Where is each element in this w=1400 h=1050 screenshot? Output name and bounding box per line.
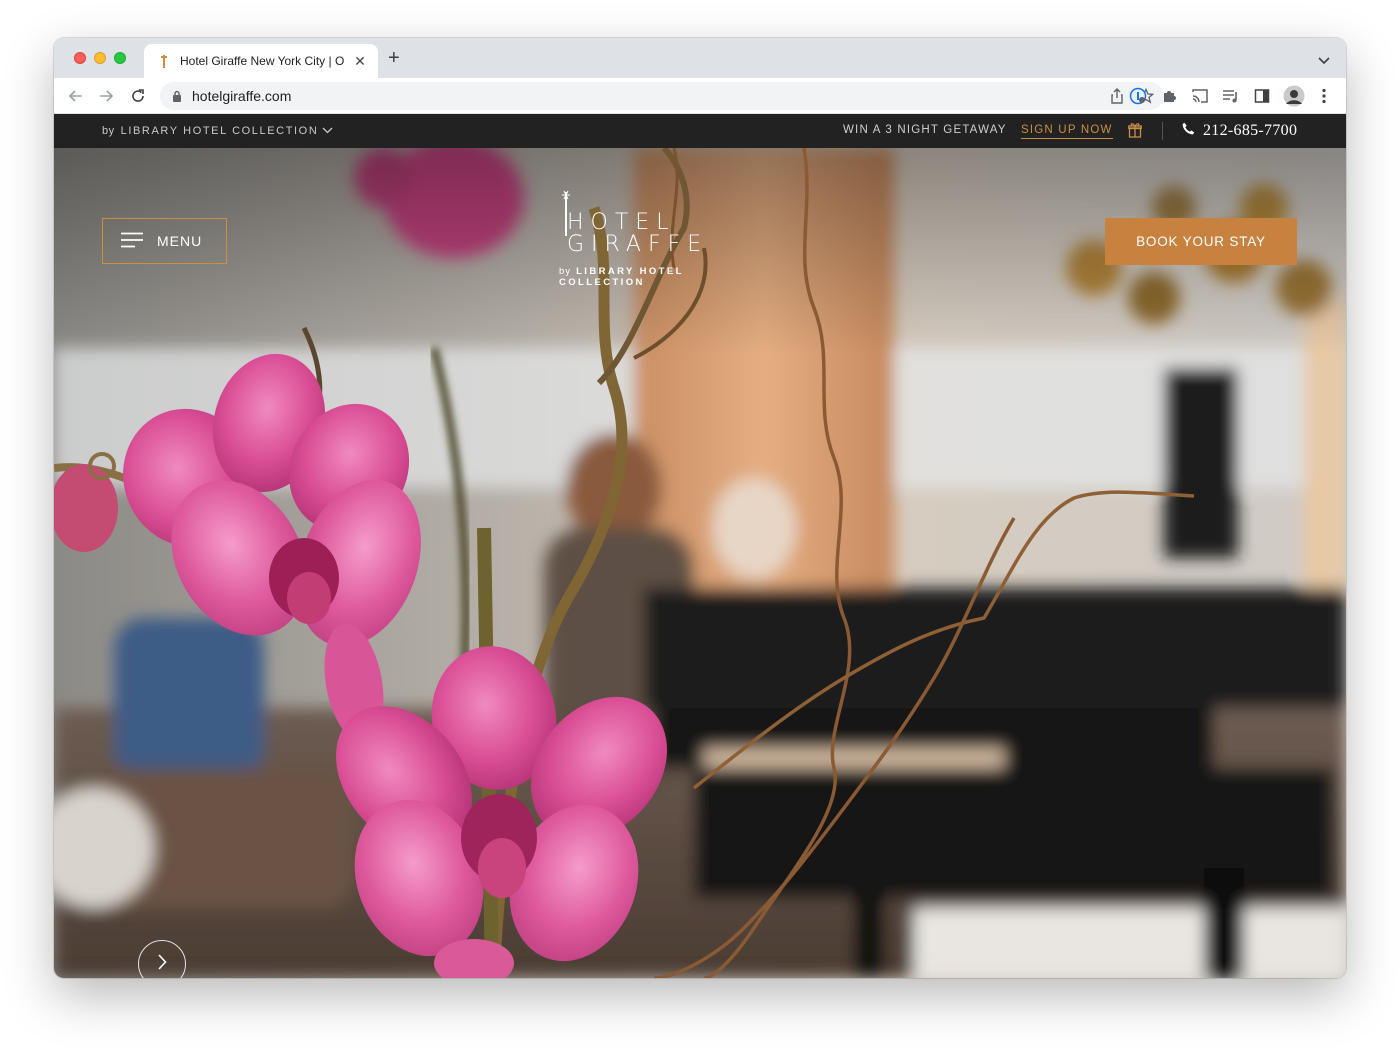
side-panel-icon[interactable] [1253, 87, 1271, 105]
browser-menu-kebab-icon[interactable] [1315, 87, 1333, 105]
utility-bar: by LIBRARY HOTEL COLLECTION WIN A 3 NIGH… [54, 114, 1346, 148]
cast-icon[interactable] [1191, 87, 1209, 105]
gift-icon [1128, 122, 1142, 141]
logo-sub-text: LIBRARY HOTEL COLLECTION [559, 266, 684, 288]
browser-window: Hotel Giraffe New York City | O ✕ + hote… [54, 38, 1346, 978]
tab-search-chevron-icon[interactable] [1318, 52, 1330, 70]
collection-label: LIBRARY HOTEL COLLECTION [120, 125, 319, 137]
logo-sub-prefix: by [559, 266, 572, 277]
hero-section: MENU HOTEL GIRAFFE by LIBRARY HOTEL COLL… [54, 148, 1346, 978]
browser-tab[interactable]: Hotel Giraffe New York City | O ✕ [144, 44, 378, 78]
back-arrow-icon[interactable] [66, 86, 86, 106]
share-icon[interactable] [1110, 88, 1124, 109]
web-page: by LIBRARY HOTEL COLLECTION WIN A 3 NIGH… [54, 114, 1346, 978]
giraffe-favicon-icon [158, 54, 170, 68]
tab-strip: Hotel Giraffe New York City | O ✕ + [54, 38, 1346, 78]
menu-button[interactable]: MENU [102, 218, 227, 264]
hotel-logo[interactable]: HOTEL GIRAFFE by LIBRARY HOTEL COLLECTIO… [559, 190, 774, 288]
extension-1password-icon[interactable] [1129, 87, 1147, 105]
collection-prefix: by [102, 125, 115, 137]
phone-link[interactable]: 212-685-7700 [1182, 122, 1297, 140]
reload-icon[interactable] [128, 86, 148, 106]
tab-title: Hotel Giraffe New York City | O [180, 54, 345, 68]
chevron-right-icon [157, 953, 167, 975]
chevron-down-icon [322, 125, 333, 137]
hamburger-icon [121, 232, 143, 251]
logo-wordmark: HOTEL GIRAFFE [567, 210, 709, 257]
browser-toolbar: hotelgiraffe.com [54, 78, 1346, 114]
tab-close-icon[interactable]: ✕ [352, 53, 368, 70]
menu-label: MENU [157, 233, 203, 249]
close-window-button[interactable] [74, 52, 86, 64]
signup-link[interactable]: SIGN UP NOW [1021, 124, 1113, 139]
media-queue-icon[interactable] [1222, 87, 1240, 105]
address-bar[interactable]: hotelgiraffe.com [160, 82, 1164, 110]
promo-text: WIN A 3 NIGHT GETAWAY [843, 124, 1007, 136]
forward-arrow-icon[interactable] [96, 86, 116, 106]
collection-dropdown[interactable]: by LIBRARY HOTEL COLLECTION [102, 125, 333, 137]
topbar-divider [1162, 122, 1163, 140]
lock-icon [172, 90, 182, 102]
book-your-stay-button[interactable]: BOOK YOUR STAY [1105, 218, 1297, 265]
profile-avatar-icon[interactable] [1283, 85, 1305, 107]
phone-number: 212-685-7700 [1203, 122, 1298, 139]
giraffe-logo-icon [562, 190, 570, 236]
url-text: hotelgiraffe.com [192, 88, 292, 104]
logo-subtitle: by LIBRARY HOTEL COLLECTION [559, 266, 774, 288]
new-tab-button[interactable]: + [388, 48, 400, 68]
phone-icon [1182, 122, 1195, 140]
minimize-window-button[interactable] [94, 52, 106, 64]
extensions-puzzle-icon[interactable] [1160, 87, 1178, 105]
zoom-window-button[interactable] [114, 52, 126, 64]
